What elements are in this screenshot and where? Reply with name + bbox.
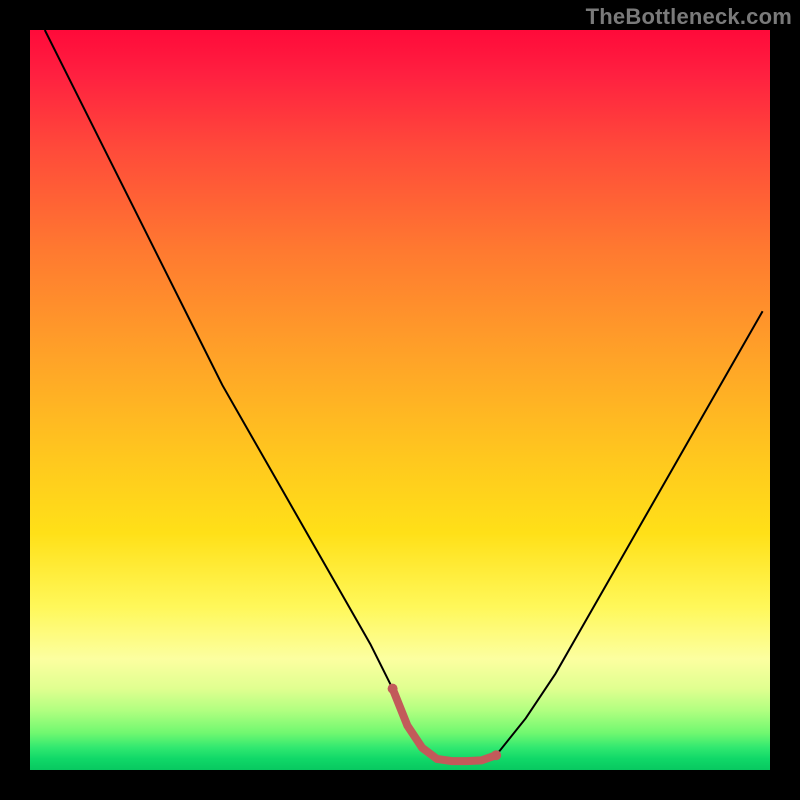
bottleneck-curve bbox=[45, 30, 763, 761]
chart-frame: TheBottleneck.com bbox=[0, 0, 800, 800]
highlight-endpoint-right bbox=[491, 750, 501, 760]
highlight-endpoint-left bbox=[388, 684, 398, 694]
watermark-text: TheBottleneck.com bbox=[586, 4, 792, 30]
highlight-segment bbox=[393, 689, 497, 762]
chart-svg bbox=[30, 30, 770, 770]
plot-area bbox=[30, 30, 770, 770]
